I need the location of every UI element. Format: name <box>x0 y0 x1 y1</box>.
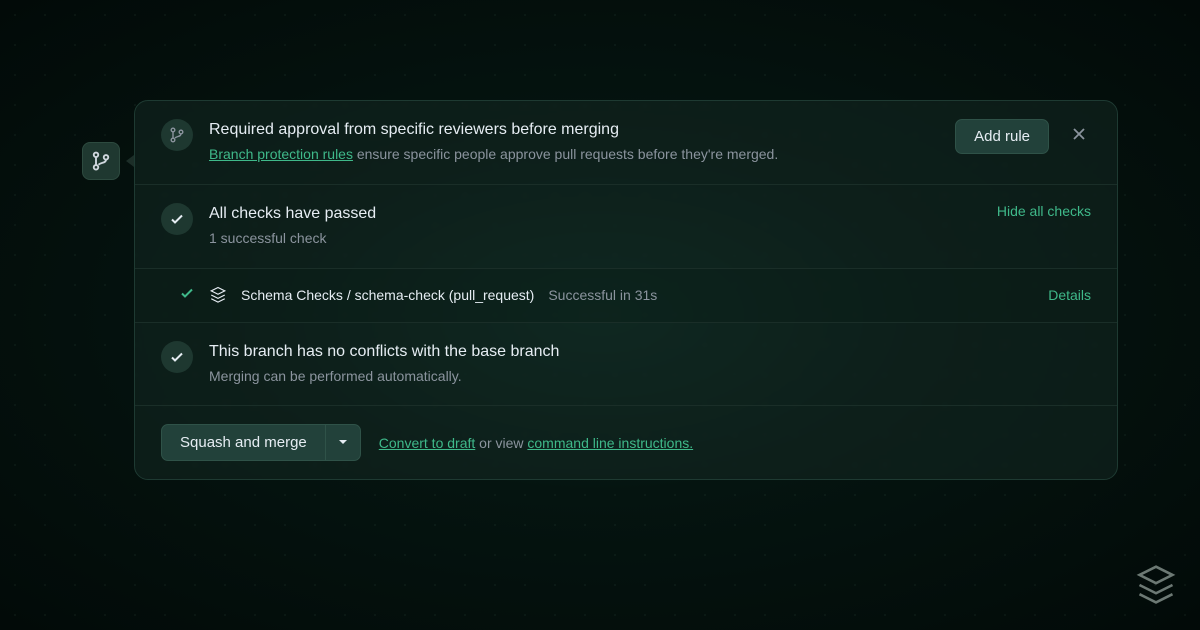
merge-panel: Required approval from specific reviewer… <box>134 100 1118 480</box>
check-icon <box>169 349 185 365</box>
git-branch-icon <box>91 151 111 171</box>
branch-protection-content: Required approval from specific reviewer… <box>209 119 939 166</box>
conflicts-content: This branch has no conflicts with the ba… <box>209 341 1091 388</box>
check-icon <box>169 211 185 227</box>
stack-icon <box>1134 563 1178 607</box>
checks-subtitle: 1 successful check <box>209 227 981 249</box>
branch-protection-badge <box>161 119 193 151</box>
add-rule-button[interactable]: Add rule <box>955 119 1049 154</box>
hide-all-checks-link[interactable]: Hide all checks <box>997 203 1091 219</box>
branch-protection-subtitle: Branch protection rules ensure specific … <box>209 143 939 165</box>
arrow-connector <box>126 155 134 167</box>
branch-protection-actions: Add rule <box>955 119 1091 154</box>
branch-protection-title: Required approval from specific reviewer… <box>209 119 939 141</box>
check-success-icon <box>179 285 195 306</box>
footer-or-view: or view <box>475 435 527 451</box>
git-branch-icon <box>169 127 185 143</box>
checks-passed-badge <box>161 203 193 235</box>
check-item-name: Schema Checks / schema-check (pull_reque… <box>241 287 534 303</box>
no-conflicts-badge <box>161 341 193 373</box>
check-details-link[interactable]: Details <box>1048 287 1091 303</box>
stack-icon <box>209 286 227 304</box>
brand-logo <box>1134 563 1178 612</box>
branch-protection-rules-link[interactable]: Branch protection rules <box>209 146 353 162</box>
chevron-down-icon <box>338 437 348 447</box>
cli-instructions-link[interactable]: command line instructions. <box>527 435 693 451</box>
check-item-row: Schema Checks / schema-check (pull_reque… <box>135 269 1117 323</box>
close-icon[interactable] <box>1067 121 1091 152</box>
conflicts-title: This branch has no conflicts with the ba… <box>209 341 1091 363</box>
merge-footer: Squash and merge Convert to draft or vie… <box>135 406 1117 479</box>
checks-summary-section: All checks have passed 1 successful chec… <box>135 185 1117 269</box>
merge-dropdown-button[interactable] <box>326 424 361 461</box>
footer-text: Convert to draft or view command line in… <box>379 435 693 451</box>
check-item-status: Successful in 31s <box>548 287 657 303</box>
checks-summary-content: All checks have passed 1 successful chec… <box>209 203 981 250</box>
branch-protection-section: Required approval from specific reviewer… <box>135 101 1117 185</box>
checks-title: All checks have passed <box>209 203 981 225</box>
conflicts-section: This branch has no conflicts with the ba… <box>135 323 1117 407</box>
merge-indicator-button[interactable] <box>82 142 120 180</box>
squash-and-merge-button[interactable]: Squash and merge <box>161 424 326 461</box>
convert-to-draft-link[interactable]: Convert to draft <box>379 435 476 451</box>
conflicts-subtitle: Merging can be performed automatically. <box>209 365 1091 387</box>
merge-panel-wrap: Required approval from specific reviewer… <box>82 100 1118 480</box>
merge-button-group: Squash and merge <box>161 424 361 461</box>
branch-protection-subtitle-text: ensure specific people approve pull requ… <box>353 146 778 162</box>
